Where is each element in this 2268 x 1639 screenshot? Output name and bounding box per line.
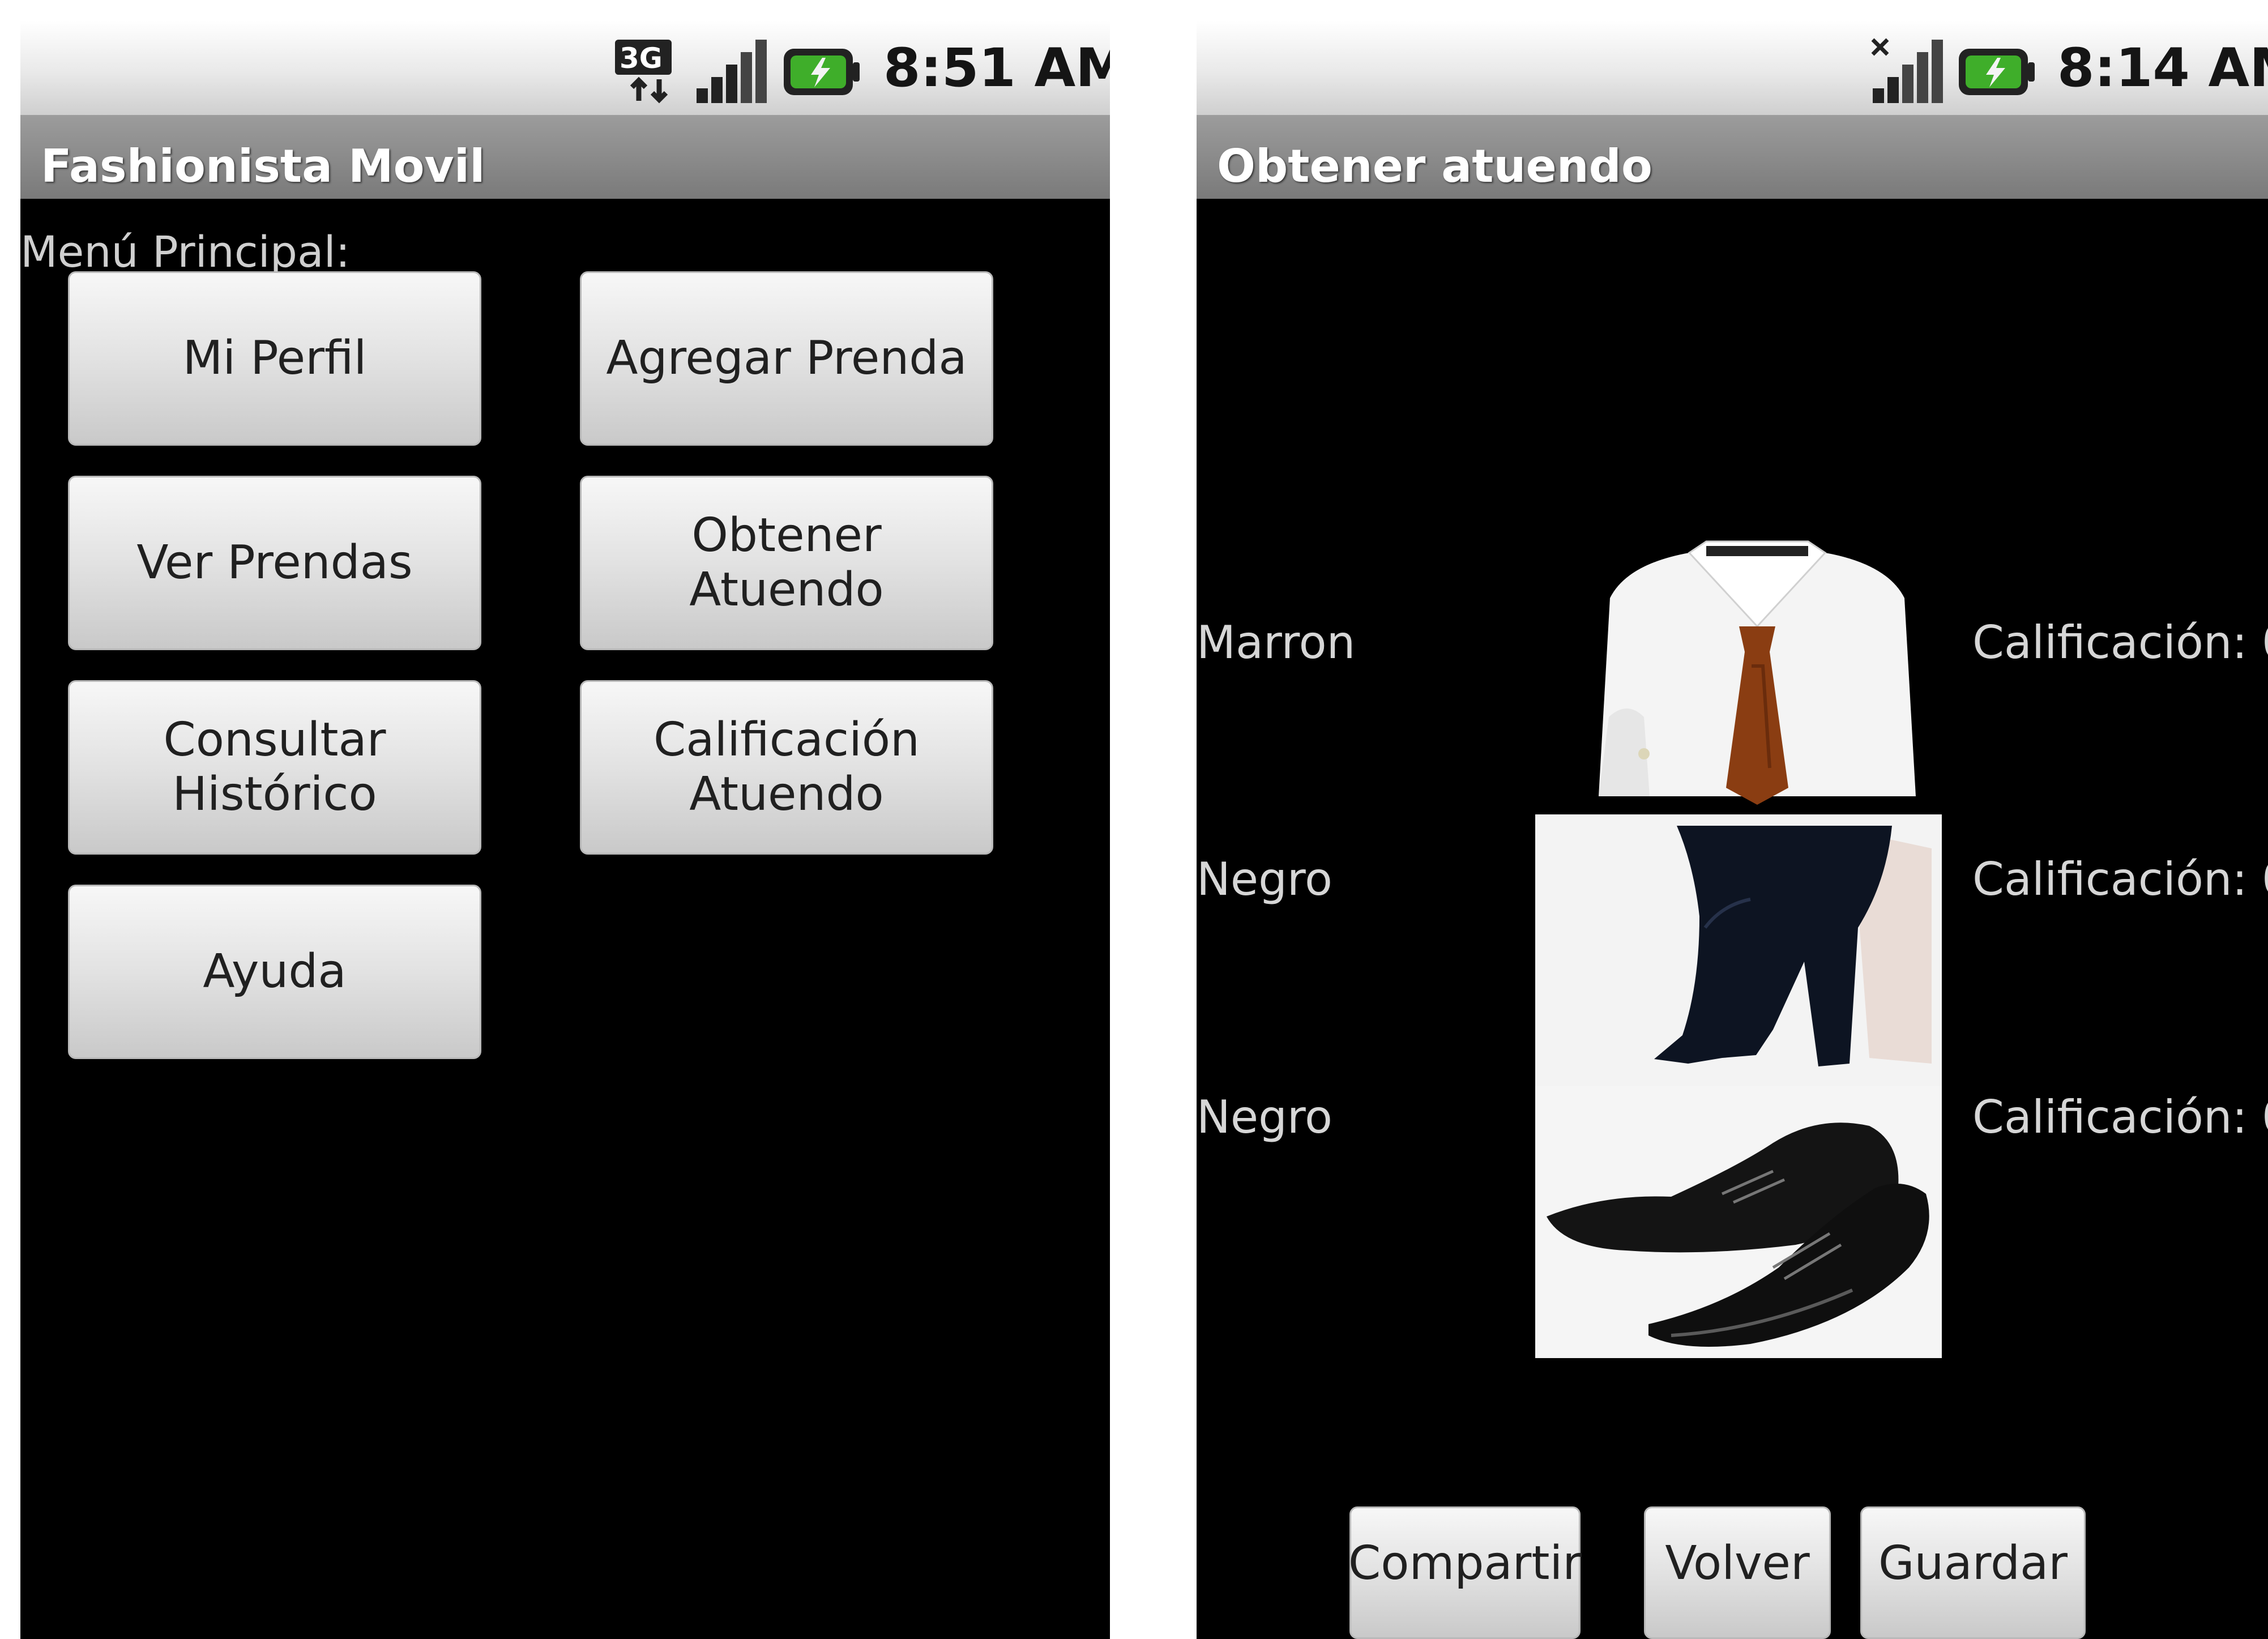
compartir-button[interactable]: Compartir bbox=[1348, 1506, 1582, 1639]
calificacion-atuendo-button[interactable]: Calificación Atuendo bbox=[580, 680, 993, 855]
obtener-atuendo-button[interactable]: Obtener Atuendo bbox=[580, 476, 993, 650]
signal-strength-icon bbox=[694, 37, 768, 105]
title-bar: Obtener atuendo bbox=[1197, 115, 2268, 199]
consultar-historico-button[interactable]: Consultar Histórico bbox=[68, 680, 481, 855]
obtener-atuendo-screen: 8:14 AM Obtener atuendo Marron Calificac… bbox=[1197, 20, 2268, 1639]
mi-perfil-button[interactable]: Mi Perfil bbox=[68, 271, 481, 446]
black-pants-image bbox=[1535, 814, 1942, 1086]
main-menu-screen: 3G 8:51 AM Fashionista Movil Menú Princi… bbox=[20, 20, 1110, 1639]
shoes-rating-label: Calificación: 0 bbox=[1972, 1091, 2268, 1143]
status-bar: 3G 8:51 AM bbox=[20, 20, 1110, 115]
battery-charging-icon bbox=[1957, 46, 2036, 97]
agregar-prenda-button[interactable]: Agregar Prenda bbox=[580, 271, 993, 446]
svg-text:3G: 3G bbox=[620, 42, 663, 75]
screen-title: Obtener atuendo bbox=[1217, 140, 1652, 193]
battery-charging-icon bbox=[781, 46, 861, 97]
status-time: 8:51 AM bbox=[883, 37, 1110, 99]
no-signal-icon bbox=[1870, 37, 1944, 105]
shoes-color-label: Negro bbox=[1197, 1091, 1332, 1143]
bottom-color-label: Negro bbox=[1197, 853, 1332, 906]
app-title: Fashionista Movil bbox=[41, 140, 485, 193]
ayuda-button[interactable]: Ayuda bbox=[68, 885, 481, 1059]
3g-data-icon: 3G bbox=[613, 36, 685, 104]
guardar-button[interactable]: Guardar bbox=[1860, 1506, 2086, 1639]
volver-button[interactable]: Volver bbox=[1644, 1506, 1831, 1639]
menu-heading: Menú Principal: bbox=[20, 227, 351, 277]
status-time: 8:14 AM bbox=[2057, 37, 2268, 99]
status-bar: 8:14 AM bbox=[1197, 20, 2268, 115]
title-bar: Fashionista Movil bbox=[20, 115, 1110, 199]
ver-prendas-button[interactable]: Ver Prendas bbox=[68, 476, 481, 650]
top-rating-label: Calificación: 0 bbox=[1972, 616, 2268, 669]
shirt-with-tie-image bbox=[1559, 530, 1955, 805]
black-shoes-image bbox=[1535, 1086, 1942, 1358]
bottom-rating-label: Calificación: 0 bbox=[1972, 853, 2268, 906]
top-color-label: Marron bbox=[1197, 616, 1356, 669]
